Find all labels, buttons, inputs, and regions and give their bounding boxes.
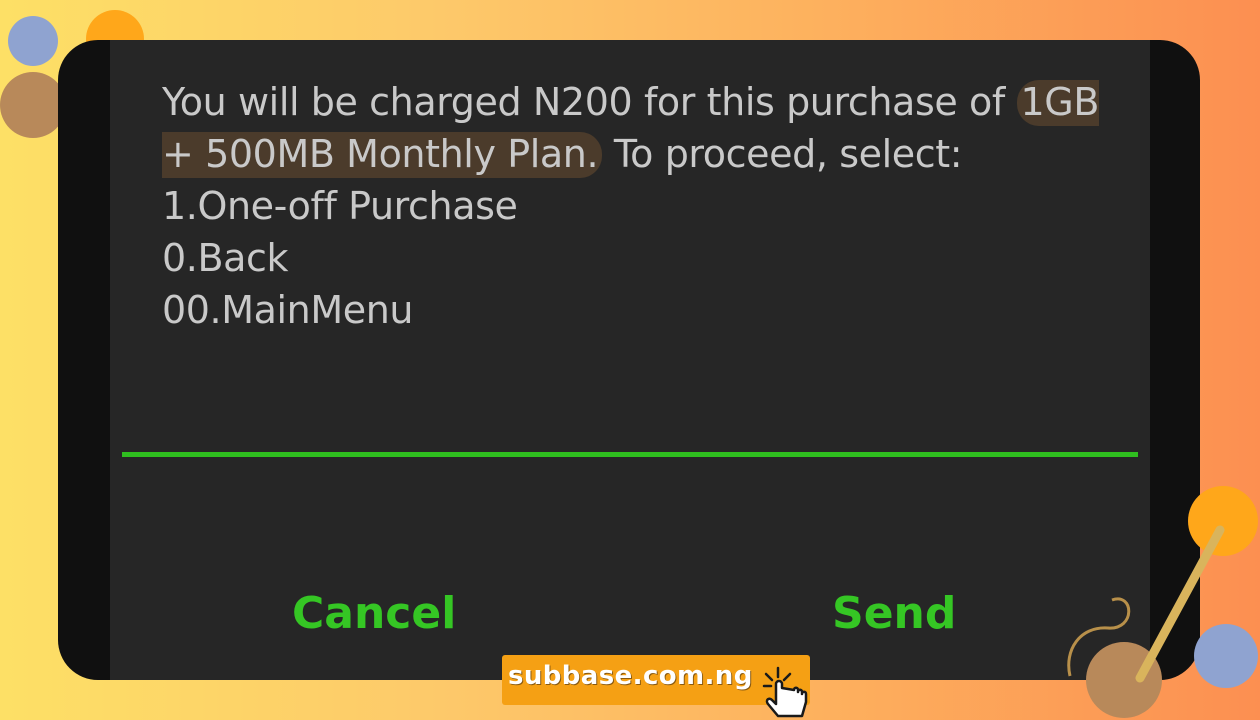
decor-circle-brown xyxy=(0,72,66,138)
send-button[interactable]: Send xyxy=(832,588,956,639)
pointing-hand-icon xyxy=(762,666,808,718)
decor-lines xyxy=(1067,525,1225,683)
ussd-dialog: You will be charged N200 for this purcha… xyxy=(110,40,1150,680)
menu-option: 00.MainMenu xyxy=(162,288,414,332)
reply-input-field[interactable] xyxy=(122,452,1138,457)
watermark-text: subbase.com.ng xyxy=(508,661,753,691)
decor-circle-blue xyxy=(8,16,58,66)
cancel-button[interactable]: Cancel xyxy=(292,588,456,639)
menu-option: 1.One-off Purchase xyxy=(162,184,518,228)
menu-option: 0.Back xyxy=(162,236,289,280)
ussd-message: You will be charged N200 for this purcha… xyxy=(162,76,1122,336)
message-text-continued: To proceed, select: xyxy=(602,132,963,176)
message-text: You will be charged N200 for this purcha… xyxy=(162,80,1017,124)
